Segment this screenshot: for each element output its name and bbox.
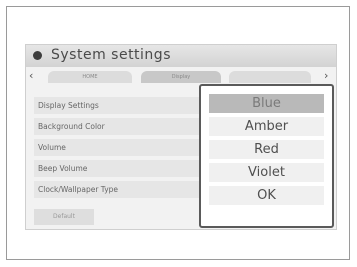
menu-item-volume[interactable]: Volume: [34, 139, 224, 156]
title-bar: System settings: [26, 45, 336, 67]
color-selection-popup: Blue Amber Red Violet OK: [199, 84, 334, 228]
tab-display[interactable]: Display: [141, 71, 221, 83]
option-violet[interactable]: Violet: [209, 163, 324, 182]
option-blue[interactable]: Blue: [209, 94, 324, 113]
chevron-left-icon[interactable]: ‹: [29, 69, 33, 83]
menu-item-clock-wallpaper-type[interactable]: Clock/Wallpaper Type: [34, 181, 224, 198]
menu-item-display-settings[interactable]: Display Settings: [34, 97, 224, 114]
settings-dot-icon: [33, 51, 42, 60]
option-amber[interactable]: Amber: [209, 117, 324, 136]
ok-button[interactable]: OK: [209, 186, 324, 205]
tab-row: ‹ HOME Display ›: [26, 69, 336, 83]
window-title: System settings: [51, 47, 171, 63]
option-red[interactable]: Red: [209, 140, 324, 159]
settings-screen: System settings ‹ HOME Display › Display…: [25, 44, 337, 230]
default-button[interactable]: Default: [34, 209, 94, 225]
chevron-right-icon[interactable]: ›: [324, 69, 328, 83]
tab-home[interactable]: HOME: [48, 71, 132, 83]
menu-item-background-color[interactable]: Background Color: [34, 118, 224, 135]
menu-item-beep-volume[interactable]: Beep Volume: [34, 160, 224, 177]
tab-third[interactable]: [229, 71, 311, 83]
settings-menu: Display Settings Background Color Volume…: [34, 97, 224, 202]
